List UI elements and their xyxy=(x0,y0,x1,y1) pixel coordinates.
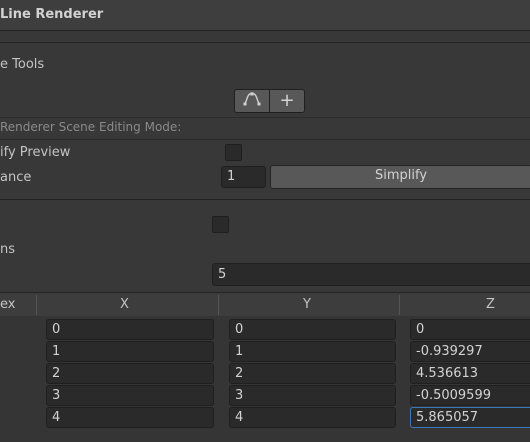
tolerance-field[interactable]: 1 xyxy=(221,166,266,188)
loop-checkbox[interactable] xyxy=(212,216,229,233)
scene-editing-mode-label: Renderer Scene Editing Mode: xyxy=(0,120,182,134)
divider xyxy=(0,42,530,43)
add-point-button[interactable]: + xyxy=(269,89,305,113)
position-z-field[interactable]: 5.865057 xyxy=(410,407,530,428)
scene-tools-label: e Tools xyxy=(0,57,45,72)
plus-icon: + xyxy=(279,90,295,111)
position-z-field[interactable]: -0.939297 xyxy=(410,341,530,362)
edit-points-icon xyxy=(243,92,261,110)
divider xyxy=(0,117,530,118)
column-separator[interactable] xyxy=(36,295,37,315)
position-x-field[interactable]: 1 xyxy=(46,341,214,362)
simplify-preview-label: ify Preview xyxy=(0,145,71,160)
y-column-header[interactable]: Y xyxy=(303,297,311,312)
edit-points-button[interactable] xyxy=(234,89,270,113)
positions-label: ns xyxy=(0,242,16,257)
position-z-field[interactable]: 0 xyxy=(410,319,530,340)
index-column-header: ex xyxy=(0,297,16,312)
z-column-header[interactable]: Z xyxy=(486,297,495,312)
component-title: Line Renderer xyxy=(0,7,104,22)
position-y-field[interactable]: 3 xyxy=(229,385,396,406)
position-z-field[interactable]: 4.536613 xyxy=(410,363,530,384)
position-y-field[interactable]: 4 xyxy=(229,407,396,428)
component-header[interactable]: Line Renderer xyxy=(0,0,530,31)
simplify-button[interactable]: Simplify xyxy=(270,165,530,189)
x-column-header[interactable]: X xyxy=(120,297,129,312)
positions-table-body: 0 0 0 1 1 -0.939297 2 2 4.536613 3 3 -0.… xyxy=(0,316,530,442)
divider xyxy=(0,139,530,140)
position-x-field[interactable]: 3 xyxy=(46,385,214,406)
position-x-field[interactable]: 4 xyxy=(46,407,214,428)
divider xyxy=(0,199,530,200)
positions-table-header: ex X Y Z xyxy=(0,292,530,318)
position-x-field[interactable]: 2 xyxy=(46,363,214,384)
tolerance-label: ance xyxy=(0,170,32,185)
position-x-field[interactable]: 0 xyxy=(46,319,214,340)
column-separator[interactable] xyxy=(399,295,400,315)
position-z-field[interactable]: -0.5009599 xyxy=(410,385,530,406)
simplify-preview-checkbox[interactable] xyxy=(225,144,242,161)
positions-size-field[interactable]: 5 xyxy=(212,263,530,286)
position-y-field[interactable]: 1 xyxy=(229,341,396,362)
column-separator[interactable] xyxy=(218,295,219,315)
position-y-field[interactable]: 2 xyxy=(229,363,396,384)
position-y-field[interactable]: 0 xyxy=(229,319,396,340)
